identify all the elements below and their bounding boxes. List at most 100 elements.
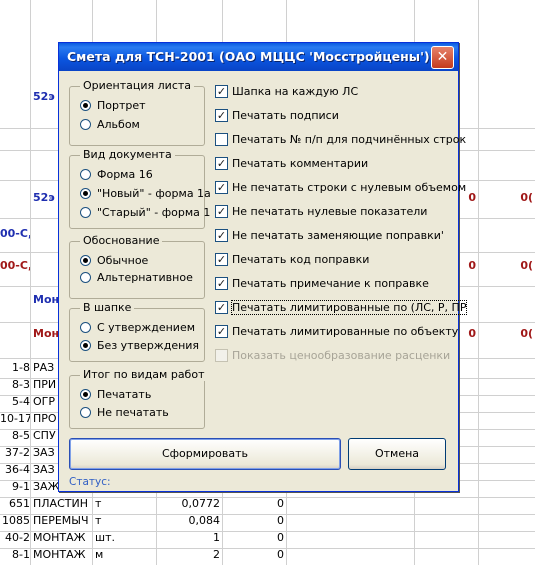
checkbox-label: Не печатать строки с нулевым объемом: [232, 181, 467, 194]
radio-indicator[interactable]: [80, 207, 91, 218]
sheet-cell[interactable]: 0: [482, 327, 528, 340]
sheet-cell[interactable]: 40-2: [0, 531, 30, 544]
radio-indicator[interactable]: [80, 272, 91, 283]
title-bar[interactable]: Смета для ТСН-2001 (ОАО МЦЦС 'Мосстройце…: [59, 43, 458, 71]
sheet-cell[interactable]: 8-3: [0, 378, 30, 391]
sheet-cell[interactable]: 651: [0, 497, 30, 510]
sheet-cell[interactable]: 0: [224, 531, 284, 544]
sheet-cell[interactable]: 0: [224, 497, 284, 510]
print-settings-dialog: Смета для ТСН-2001 (ОАО МЦЦС 'Мосстройце…: [58, 42, 468, 492]
document-type-group: Вид документа Форма 16 "Новый" - форма 1…: [69, 148, 211, 229]
checkbox: [215, 349, 228, 362]
checkbox[interactable]: ✓: [215, 85, 228, 98]
radio-indicator[interactable]: [80, 407, 91, 418]
build-button[interactable]: Сформировать: [69, 438, 341, 470]
sheet-cell[interactable]: 10-17: [0, 412, 30, 425]
checkbox-label: Печатать лимитированные по объекту: [232, 325, 459, 338]
sheet-cell[interactable]: ПЛАСТИН: [33, 497, 91, 510]
sheet-cell[interactable]: 9-1: [0, 480, 30, 493]
radio-label: С утверждением: [97, 321, 196, 334]
sheet-cell[interactable]: 37-2: [0, 446, 30, 459]
sheet-cell[interactable]: (: [528, 327, 535, 340]
group-title: Вид документа: [80, 148, 175, 161]
sheet-cell[interactable]: т: [95, 514, 155, 527]
sheet-cell[interactable]: 0,0772: [158, 497, 221, 510]
sheet-cell[interactable]: 1-8: [0, 361, 30, 374]
checkbox-label: Печатать код поправки: [232, 253, 370, 266]
radio-indicator[interactable]: [80, 389, 91, 400]
radio-label: "Новый" - форма 1а: [97, 187, 211, 200]
sheet-cell[interactable]: (: [528, 259, 535, 272]
radio-label: Альбом: [97, 118, 140, 131]
sheet-cell[interactable]: 1: [158, 531, 220, 544]
checkbox-label: Печатать комментарии: [232, 157, 369, 170]
group-title: В шапке: [80, 301, 135, 314]
sheet-cell[interactable]: 1085: [0, 514, 30, 527]
checkbox[interactable]: ✓: [215, 181, 228, 194]
window-title: Смета для ТСН-2001 (ОАО МЦЦС 'Мосстройце…: [67, 49, 430, 64]
sheet-cell[interactable]: 2: [158, 548, 220, 561]
checkbox[interactable]: ✓: [215, 157, 228, 170]
checkbox-label: Печатать № п/п для подчинённых строк: [232, 133, 467, 146]
checkmark-icon: ✓: [216, 277, 227, 290]
checkbox[interactable]: [215, 133, 228, 146]
sheet-cell[interactable]: 00-С,0001: [0, 259, 30, 272]
checkmark-icon: ✓: [216, 325, 227, 338]
checkbox[interactable]: ✓: [215, 301, 228, 314]
radio-indicator[interactable]: [80, 188, 91, 199]
sheet-cell[interactable]: 0: [224, 514, 284, 527]
sheet-cell[interactable]: 00-С,0001: [0, 227, 30, 240]
sheet-cell[interactable]: 0: [224, 548, 284, 561]
checkbox[interactable]: ✓: [215, 109, 228, 122]
radio-indicator[interactable]: [80, 100, 91, 111]
sheet-cell[interactable]: 8-1: [0, 548, 30, 561]
radio-indicator[interactable]: [80, 119, 91, 130]
sheet-cell[interactable]: ПЕРЕМЫЧ: [33, 514, 91, 527]
checkbox[interactable]: ✓: [215, 253, 228, 266]
sheet-cell[interactable]: (: [528, 191, 535, 204]
checkmark-icon: ✓: [216, 229, 227, 242]
checkmark-icon: ✓: [216, 253, 227, 266]
radio-indicator[interactable]: [80, 322, 91, 333]
radio-indicator[interactable]: [80, 340, 91, 351]
checkbox[interactable]: ✓: [215, 229, 228, 242]
close-button[interactable]: ✕: [431, 46, 454, 69]
checkmark-icon: ✓: [216, 301, 227, 314]
checkbox[interactable]: ✓: [215, 205, 228, 218]
radio-indicator[interactable]: [80, 169, 91, 180]
checkbox[interactable]: ✓: [215, 325, 228, 338]
radio-indicator[interactable]: [80, 255, 91, 266]
sheet-cell[interactable]: МОНТАЖ: [33, 531, 91, 544]
checkbox-label: Шапка на каждую ЛС: [232, 85, 359, 98]
sheet-cell[interactable]: 5-4: [0, 395, 30, 408]
radio-label: Обычное: [97, 254, 149, 267]
sheet-cell[interactable]: 0,084: [158, 514, 221, 527]
checkbox-label: Не печатать нулевые показатели: [232, 205, 428, 218]
group-title: Обоснование: [80, 234, 163, 247]
totals-group: Итог по видам работ Печатать Не печатать: [69, 368, 208, 429]
sheet-cell[interactable]: шт.: [95, 531, 155, 544]
checkbox[interactable]: ✓: [215, 277, 228, 290]
sheet-cell[interactable]: т: [95, 497, 155, 510]
sheet-cell[interactable]: м: [95, 548, 155, 561]
orientation-group: Ориентация листа Портрет Альбом: [69, 79, 205, 146]
radio-label: Без утверждения: [97, 339, 200, 352]
checkbox-label: Показать ценообразование расценки: [232, 349, 451, 362]
checkmark-icon: ✓: [216, 205, 227, 218]
checkbox-label: Печатать лимитированные по (ЛС, Р, ПР: [230, 300, 468, 315]
close-icon: ✕: [436, 49, 449, 65]
cancel-button[interactable]: Отмена: [348, 438, 446, 470]
status-label: Статус:: [69, 476, 111, 488]
group-title: Ориентация листа: [80, 79, 195, 92]
sheet-cell[interactable]: 0: [482, 259, 528, 272]
sheet-cell[interactable]: 8-5: [0, 429, 30, 442]
sheet-cell[interactable]: МОНТАЖ: [33, 548, 91, 561]
sheet-cell[interactable]: 0: [482, 191, 528, 204]
checkbox-label: Не печатать заменяющие поправки': [232, 229, 444, 242]
sheet-cell[interactable]: 36-4: [0, 463, 30, 476]
radio-label: Портрет: [97, 99, 146, 112]
checkmark-icon: ✓: [216, 181, 227, 194]
checkbox-label: Печатать подписи: [232, 109, 339, 122]
checkbox-label: Печатать примечание к поправке: [232, 277, 429, 290]
radio-label: Не печатать: [97, 406, 169, 419]
